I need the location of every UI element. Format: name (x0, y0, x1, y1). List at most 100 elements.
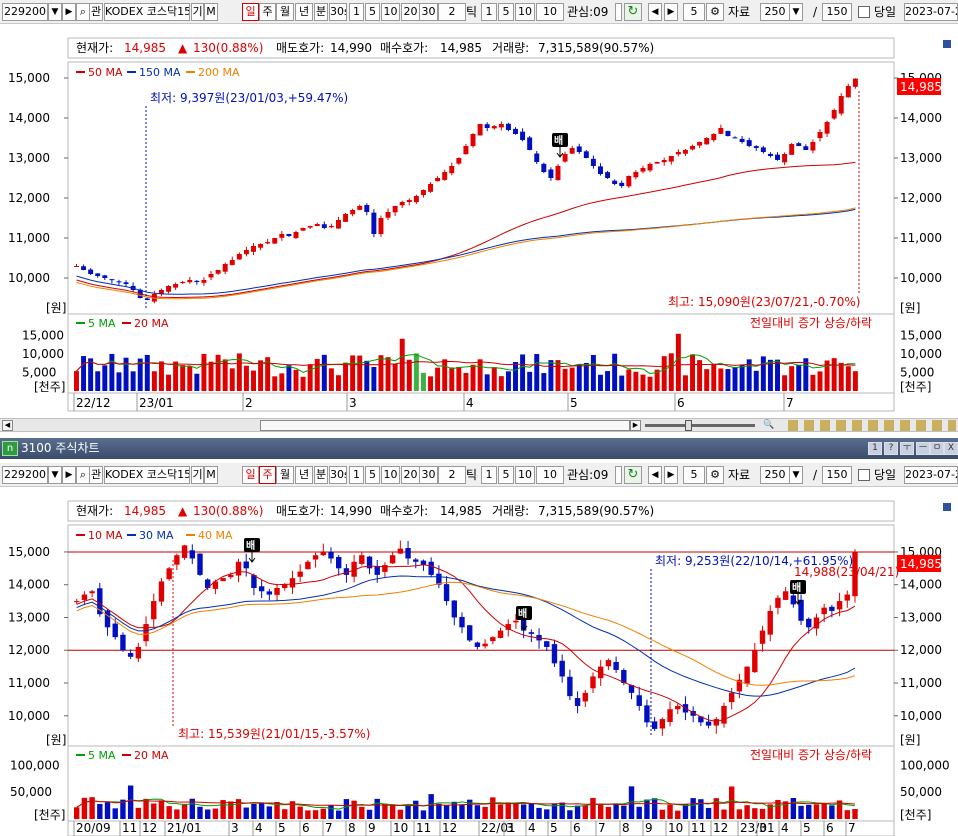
window-minimize-button[interactable]: ㅡ (916, 442, 930, 455)
bot-interval-2[interactable]: 10 (381, 466, 400, 484)
top-period-1[interactable]: 주 (259, 3, 276, 21)
bot-interval-0[interactable]: 1 (349, 466, 364, 484)
volume-bar (739, 364, 745, 391)
top-period-5[interactable]: 30s (329, 3, 347, 21)
bot-interval-1[interactable]: 5 (365, 466, 380, 484)
top-interval-4[interactable]: 30 (419, 3, 438, 21)
candle-body (102, 275, 108, 278)
bot-gi-button[interactable]: 기 (191, 466, 204, 484)
top-interest-spin[interactable] (615, 3, 622, 21)
top-tick-interval-2[interactable]: 10 (515, 3, 535, 21)
top-today-checkbox[interactable] (858, 6, 870, 18)
bot-code-input[interactable]: 229200 (2, 466, 48, 484)
bot-data-count-select[interactable]: 250 (760, 466, 790, 484)
window-btn-1[interactable]: 1 (868, 442, 882, 455)
bot-m-button[interactable]: M (204, 466, 218, 484)
bot-tick-interval-1[interactable]: 5 (498, 466, 514, 484)
top-period-0[interactable]: 일 (242, 3, 259, 21)
bot-period-0[interactable]: 일 (242, 466, 259, 484)
bot-interest-spin[interactable] (615, 466, 622, 484)
top-data-dropdown-icon[interactable]: ▼ (789, 3, 803, 21)
bot-magnifier-icon[interactable]: ⌕ (76, 466, 90, 484)
top-interval-1[interactable]: 5 (365, 3, 380, 21)
panel-settings-icon[interactable] (943, 503, 951, 511)
bot-name-field[interactable]: KODEX 코스닥15 (104, 466, 190, 484)
top-next-icon[interactable]: ▶ (664, 3, 678, 21)
bot-today-checkbox[interactable] (858, 469, 870, 481)
window-maximize-button[interactable]: ㅁ (930, 442, 944, 455)
bot-refresh-icon[interactable]: ↻ (624, 466, 642, 484)
zoom-slider-handle[interactable] (685, 420, 692, 431)
window-help-button[interactable]: ? (884, 442, 898, 455)
top-interest-value[interactable]: 5 (683, 3, 705, 21)
volume-bar (690, 798, 696, 819)
panel-settings-icon[interactable] (943, 40, 951, 48)
top-interval-2[interactable]: 10 (381, 3, 400, 21)
volume-bar (229, 368, 235, 391)
volume-bar (682, 804, 689, 819)
top-tick-custom-input[interactable]: 10 (536, 3, 564, 21)
top-code-dropdown-icon[interactable]: ▼ (48, 3, 62, 21)
bot-data-total-input[interactable]: 150 (822, 466, 852, 484)
candle-body (112, 623, 118, 638)
bot-data-dropdown-icon[interactable]: ▼ (789, 466, 803, 484)
bot-tick-input[interactable]: 2 (438, 466, 466, 484)
top-refresh-icon[interactable]: ↻ (624, 3, 642, 21)
candle-body (482, 643, 488, 647)
volume-bar (567, 810, 573, 819)
bot-interest-value[interactable]: 5 (683, 466, 705, 484)
window-close-button[interactable]: X (944, 442, 958, 455)
bot-period-5[interactable]: 30s (329, 466, 347, 484)
bot-settings-gear-icon[interactable]: ⚙ (706, 466, 724, 484)
bot-interval-3[interactable]: 20 (401, 466, 420, 484)
volume-bar (505, 371, 511, 391)
top-tick-input[interactable]: 2 (438, 3, 466, 21)
bot-tick-interval-2[interactable]: 10 (515, 466, 535, 484)
top-settings-gear-icon[interactable]: ⚙ (706, 3, 724, 21)
bot-tick-custom-input[interactable]: 10 (536, 466, 564, 484)
bot-period-3[interactable]: 년 (295, 466, 313, 484)
bot-date-input[interactable]: 2023-07-2 (904, 466, 958, 484)
top-tick-interval-0[interactable]: 1 (481, 3, 497, 21)
top-period-2[interactable]: 월 (276, 3, 294, 21)
daily-chart[interactable]: 현재가: 14,985 ▲ 130(0.88%) 매도호가: 14,990 매수호가: 14,… (0, 25, 958, 418)
top-interval-0[interactable]: 1 (349, 3, 364, 21)
top-gi-button[interactable]: 기 (191, 3, 204, 21)
top-period-3[interactable]: 년 (295, 3, 313, 21)
top-prev-icon[interactable]: ◀ (648, 3, 662, 21)
bot-play-icon[interactable]: ▶ (62, 466, 76, 484)
magnifier-icon[interactable]: 🔍 (763, 420, 775, 431)
bot-period-4[interactable]: 분 (314, 466, 328, 484)
zoom-slider[interactable] (645, 424, 755, 427)
volume-bar (528, 803, 535, 819)
bot-period-1[interactable]: 주 (259, 466, 276, 484)
bot-tick-interval-0[interactable]: 1 (481, 466, 497, 484)
top-gwan-button[interactable]: 관 (89, 3, 103, 21)
scroll-right-button[interactable]: ▶ (630, 420, 641, 431)
bot-code-dropdown-icon[interactable]: ▼ (48, 466, 62, 484)
vol-legend-label: 20 MA (134, 317, 169, 330)
scroll-left-button[interactable]: ◀ (2, 420, 13, 431)
top-data-total-input[interactable]: 150 (822, 3, 852, 21)
weekly-chart[interactable]: 현재가: 14,985 ▲ 130(0.88%) 매도호가: 14,990 매수호가: 14,… (0, 488, 958, 836)
top-name-field[interactable]: KODEX 코스닥15 (104, 3, 190, 21)
price-unit-right: [원] (900, 733, 920, 747)
chart-window-titlebar[interactable]: n 3100 주식차트 1 ? ㅜ ㅡ ㅁ X (0, 438, 958, 459)
top-interval-3[interactable]: 20 (401, 3, 420, 21)
top-date-input[interactable]: 2023-07-2 (904, 3, 958, 21)
bot-next-icon[interactable]: ▶ (664, 466, 678, 484)
top-m-button[interactable]: M (204, 3, 218, 21)
top-period-4[interactable]: 분 (314, 3, 328, 21)
bot-interval-4[interactable]: 30 (419, 466, 438, 484)
top-tick-interval-1[interactable]: 5 (498, 3, 514, 21)
bot-gwan-button[interactable]: 관 (89, 466, 103, 484)
top-play-icon[interactable]: ▶ (62, 3, 76, 21)
top-magnifier-icon[interactable]: ⌕ (76, 3, 90, 21)
bot-prev-icon[interactable]: ◀ (648, 466, 662, 484)
top-code-input[interactable]: 229200 (2, 3, 48, 21)
top-data-count-select[interactable]: 250 (760, 3, 790, 21)
tool-icons[interactable] (788, 420, 956, 431)
window-pin-button[interactable]: ㅜ (900, 442, 914, 455)
scroll-track[interactable] (260, 420, 630, 431)
bot-period-2[interactable]: 월 (276, 466, 294, 484)
